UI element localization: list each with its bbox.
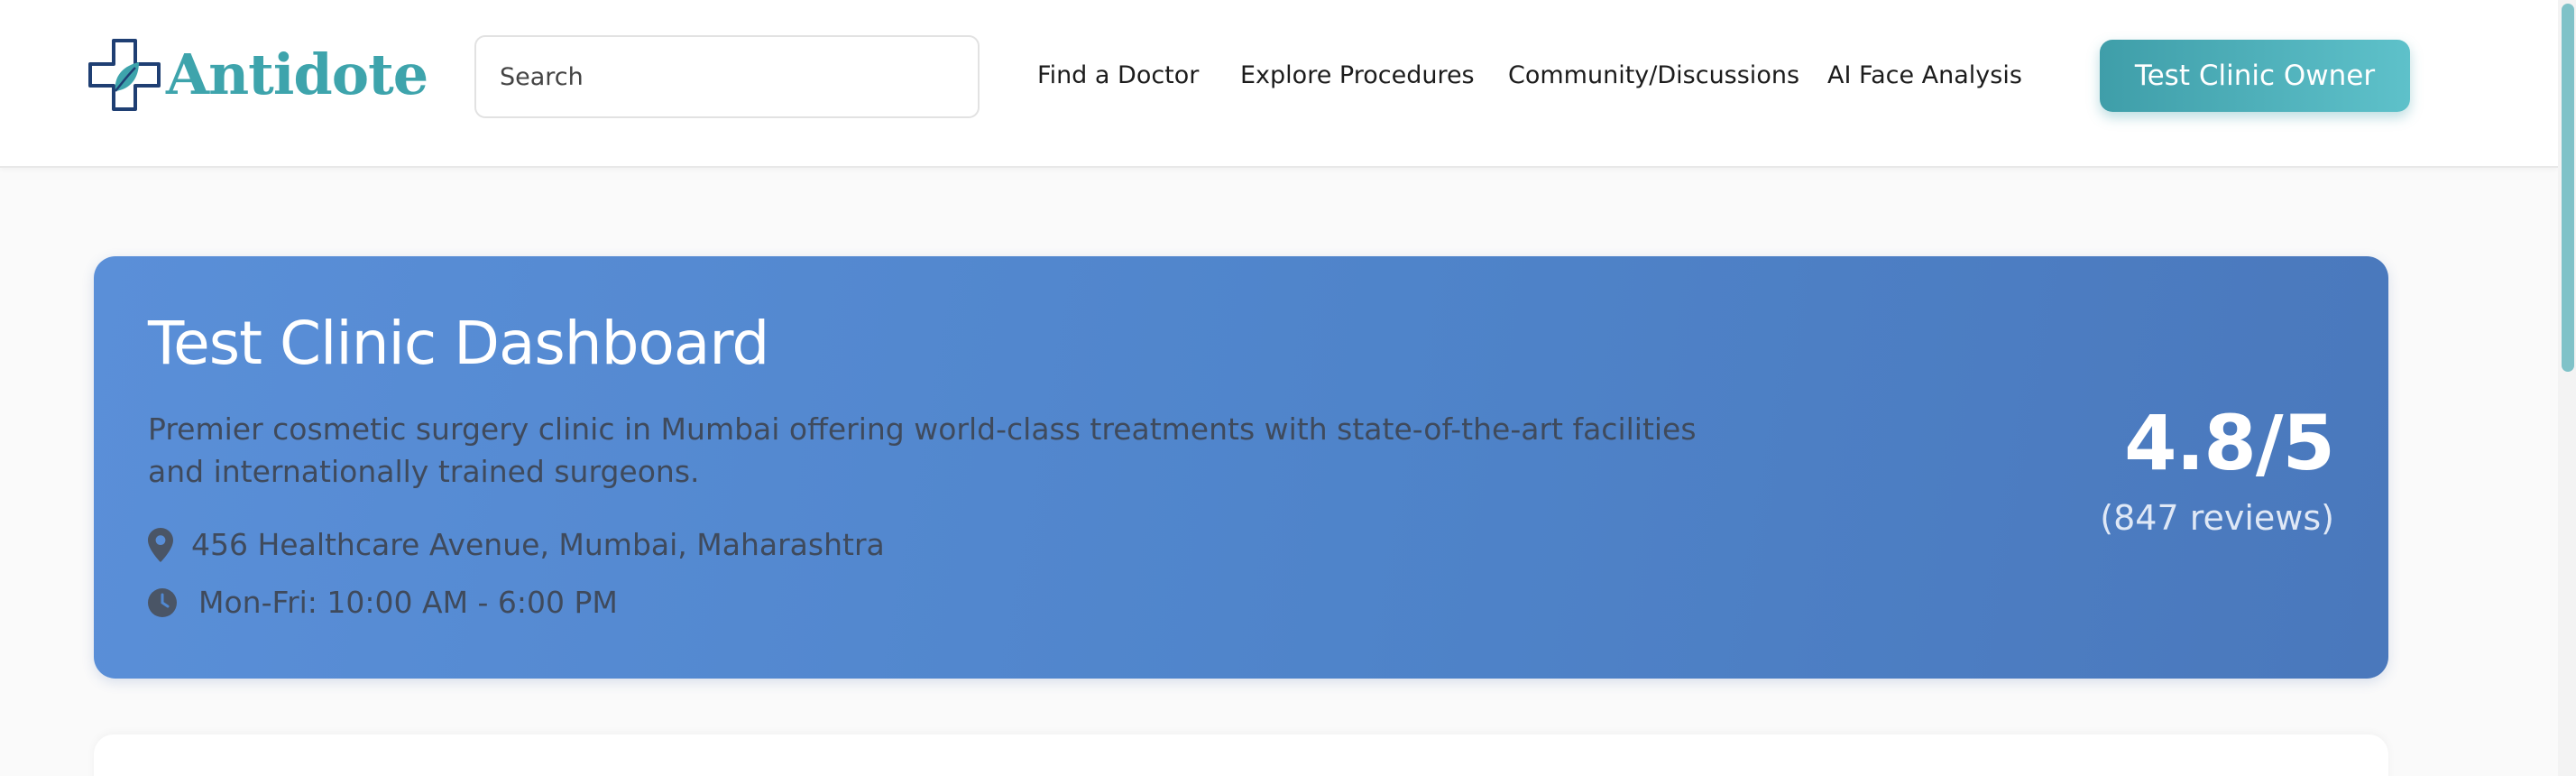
search-box[interactable] <box>474 35 980 118</box>
page-title: Test Clinic Dashboard <box>148 309 769 378</box>
nav-ai-face-analysis[interactable]: AI Face Analysis <box>1827 58 2022 94</box>
clock-icon <box>148 587 177 617</box>
clinic-address: 456 Healthcare Avenue, Mumbai, Maharasht… <box>148 527 885 562</box>
hours-text: Mon-Fri: 10:00 AM - 6:00 PM <box>198 585 618 620</box>
nav-community-discussions[interactable]: Community/Discussions <box>1508 58 1799 94</box>
clinic-dashboard-card: Test Clinic Dashboard Premier cosmetic s… <box>94 256 2388 679</box>
search-input[interactable] <box>476 37 978 116</box>
clinic-hours: Mon-Fri: 10:00 AM - 6:00 PM <box>148 585 618 620</box>
map-pin-icon <box>148 527 173 562</box>
top-navbar: Antidote Find a Doctor Explore Procedure… <box>0 0 2558 168</box>
clinic-description: Premier cosmetic surgery clinic in Mumba… <box>148 411 1697 489</box>
logo-text: Antidote <box>166 42 428 107</box>
page-scrollbar[interactable] <box>2558 0 2576 776</box>
review-count: (847 reviews) <box>2100 498 2334 538</box>
next-section-card <box>94 734 2388 776</box>
address-text: 456 Healthcare Avenue, Mumbai, Maharasht… <box>191 527 885 562</box>
user-account-button[interactable]: Test Clinic Owner <box>2100 40 2410 112</box>
antidote-logo[interactable]: Antidote <box>87 36 428 114</box>
rating-value: 4.8/5 <box>2124 399 2335 487</box>
scrollbar-thumb[interactable] <box>2562 4 2574 372</box>
nav-explore-procedures[interactable]: Explore Procedures <box>1240 58 1475 94</box>
nav-find-a-doctor[interactable]: Find a Doctor <box>1037 58 1199 94</box>
medical-cross-leaf-icon <box>88 39 161 111</box>
